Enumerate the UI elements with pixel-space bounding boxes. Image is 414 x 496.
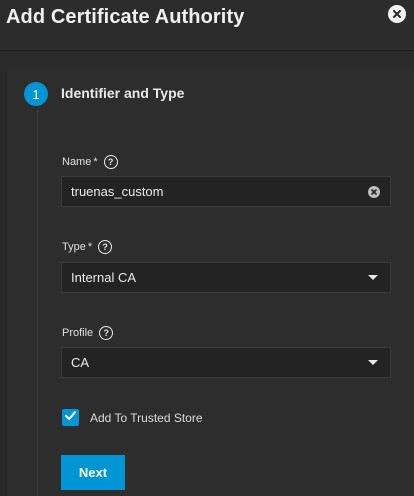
- type-select-value: Internal CA: [71, 270, 137, 285]
- dialog-title: Add Certificate Authority: [6, 6, 245, 28]
- type-select[interactable]: Internal CA: [61, 262, 391, 293]
- step-number: 1: [32, 86, 40, 102]
- profile-label: Profile: [62, 327, 94, 339]
- add-to-trusted-store-checkbox[interactable]: [62, 409, 79, 426]
- help-icon[interactable]: ?: [103, 155, 118, 169]
- type-label-row: Type * ?: [62, 240, 113, 254]
- chevron-down-icon: [368, 275, 378, 280]
- add-certificate-authority-dialog: Add Certificate Authority 1 Identifier a…: [0, 0, 414, 496]
- step-title: Identifier and Type: [61, 85, 185, 101]
- chevron-down-icon: [368, 360, 378, 365]
- help-icon[interactable]: ?: [99, 326, 114, 340]
- step-connector-line: [37, 110, 38, 496]
- type-required-marker: *: [87, 241, 93, 253]
- name-label: Name: [62, 156, 92, 168]
- name-input[interactable]: truenas_custom: [61, 176, 391, 207]
- profile-select-value: CA: [71, 355, 90, 370]
- name-required-marker: *: [93, 156, 98, 168]
- name-input-value: truenas_custom: [71, 184, 164, 199]
- clear-icon[interactable]: [368, 185, 380, 198]
- close-icon: [392, 9, 402, 19]
- close-button[interactable]: [388, 5, 406, 23]
- type-label: Type: [62, 241, 86, 253]
- next-button[interactable]: Next: [61, 455, 125, 490]
- add-to-trusted-store-label[interactable]: Add To Trusted Store: [90, 411, 203, 425]
- name-label-row: Name * ?: [62, 155, 118, 169]
- profile-select[interactable]: CA: [61, 347, 391, 378]
- help-icon[interactable]: ?: [98, 240, 113, 254]
- profile-label-row: Profile ?: [62, 326, 114, 340]
- step-number-badge: 1: [24, 82, 48, 106]
- dialog-header: Add Certificate Authority: [0, 0, 414, 51]
- check-icon: [64, 409, 77, 427]
